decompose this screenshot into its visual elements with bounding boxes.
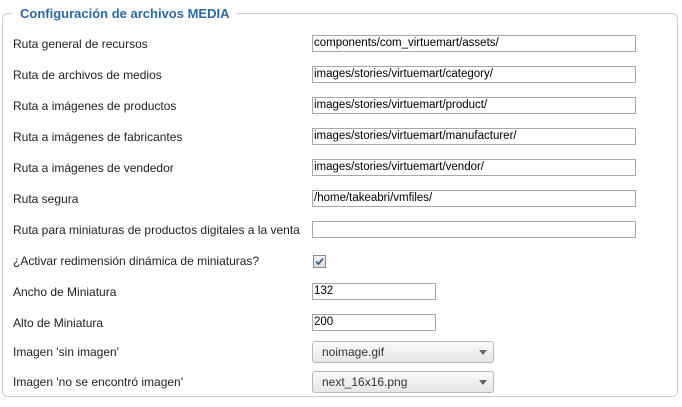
ancho-miniatura-input[interactable]: 132 <box>312 283 436 300</box>
ruta-imagenes-fabricantes-input[interactable]: images/stories/virtuemart/manufacturer/ <box>312 128 636 145</box>
imagen-sin-imagen-select[interactable]: noimage.gif <box>312 341 494 363</box>
label-ruta-imagenes-vendedor: Ruta a imágenes de vendedor <box>13 161 174 175</box>
fieldset-legend: Configuración de archivos MEDIA <box>12 6 238 22</box>
checkmark-icon <box>315 257 324 266</box>
ruta-imagenes-productos-input[interactable]: images/stories/virtuemart/product/ <box>312 97 636 114</box>
label-ruta-segura: Ruta segura <box>13 192 79 206</box>
label-ancho-miniatura: Ancho de Miniatura <box>13 285 117 299</box>
ruta-archivos-medios-input[interactable]: images/stories/virtuemart/category/ <box>312 66 636 83</box>
label-ruta-miniaturas-digitales: Ruta para miniaturas de productos digita… <box>13 223 300 237</box>
imagen-no-encontro-select[interactable]: next_16x16.png <box>312 371 494 393</box>
alto-miniatura-input[interactable]: 200 <box>312 314 436 331</box>
ruta-miniaturas-digitales-input[interactable] <box>312 221 636 238</box>
ruta-imagenes-vendedor-input[interactable]: images/stories/virtuemart/vendor/ <box>312 159 636 176</box>
label-imagen-sin-imagen: Imagen 'sin imagen' <box>13 345 119 359</box>
label-ruta-imagenes-productos: Ruta a imágenes de productos <box>13 99 177 113</box>
ruta-general-recursos-input[interactable]: components/com_virtuemart/assets/ <box>312 35 636 52</box>
chevron-down-icon <box>479 350 487 355</box>
label-activar-redimension: ¿Activar redimensión dinámica de miniatu… <box>13 254 260 268</box>
label-imagen-no-encontro: Imagen 'no se encontró imagen' <box>13 375 184 389</box>
label-ruta-archivos-medios: Ruta de archivos de medios <box>13 68 162 82</box>
select-value: noimage.gif <box>322 345 385 359</box>
chevron-down-icon <box>479 380 487 385</box>
label-ruta-general-recursos: Ruta general de recursos <box>13 37 148 51</box>
label-alto-miniatura: Alto de Miniatura <box>13 316 104 330</box>
select-value: next_16x16.png <box>322 375 408 389</box>
activar-redimension-checkbox[interactable] <box>313 255 326 268</box>
ruta-segura-input[interactable]: /home/takeabri/vmfiles/ <box>312 190 636 207</box>
label-ruta-imagenes-fabricantes: Ruta a imágenes de fabricantes <box>13 130 183 144</box>
